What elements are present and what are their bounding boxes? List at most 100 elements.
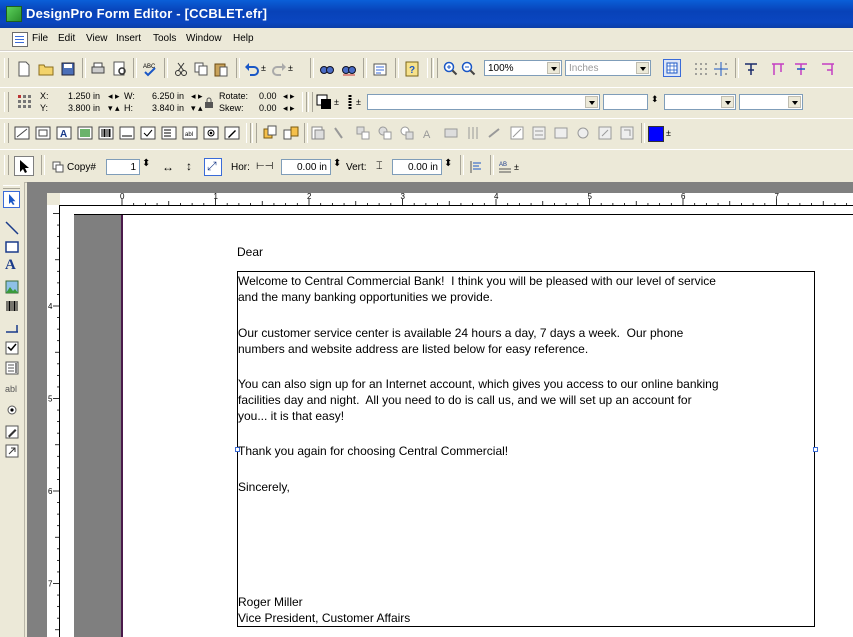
units-select[interactable]: Inches: [565, 60, 651, 76]
print-icon[interactable]: [90, 61, 106, 77]
guides-icon[interactable]: [713, 61, 729, 77]
grid-toggle-button[interactable]: [663, 59, 681, 77]
same-width-icon[interactable]: [553, 125, 569, 141]
w-stepper-icon[interactable]: ◂ ▸: [191, 91, 203, 102]
center-v-objects-icon[interactable]: [531, 125, 547, 141]
properties-icon[interactable]: [372, 61, 388, 77]
fill-color-swatch[interactable]: [648, 126, 664, 142]
insert-text-icon[interactable]: A: [56, 125, 72, 141]
same-size-icon[interactable]: [597, 125, 613, 141]
layers-icon[interactable]: [310, 125, 326, 141]
align-icon[interactable]: [743, 61, 759, 77]
fill-color-dropdown-icon[interactable]: ±: [666, 128, 671, 138]
find-icon[interactable]: [319, 61, 335, 77]
redo-dropdown-icon[interactable]: ±: [288, 63, 293, 73]
align-right-objects-icon[interactable]: [443, 125, 459, 141]
w-value[interactable]: 6.250 in: [152, 91, 184, 101]
hor-spinner-icon[interactable]: ⬍: [333, 158, 341, 169]
chevron-down-icon[interactable]: [547, 62, 560, 74]
insert-radio-icon[interactable]: [203, 125, 219, 141]
insert-listbox-icon[interactable]: [161, 125, 177, 141]
same-height-icon[interactable]: [575, 125, 591, 141]
toolbar-grip[interactable]: [302, 92, 307, 112]
y-value[interactable]: 3.800 in: [68, 103, 100, 113]
button-tool-icon[interactable]: [5, 444, 19, 458]
horizontal-arrow-icon[interactable]: ↔: [162, 160, 174, 174]
chevron-down-icon[interactable]: [585, 96, 598, 108]
center-align-icon[interactable]: [793, 61, 809, 77]
checkbox-tool-icon[interactable]: [5, 341, 19, 355]
select-tool-button[interactable]: [3, 191, 20, 208]
snap-grid-icon[interactable]: [693, 61, 709, 77]
chevron-down-icon[interactable]: [721, 96, 734, 108]
replace-icon[interactable]: [341, 61, 357, 77]
pen-width-dropdown-icon[interactable]: ±: [356, 97, 361, 107]
align-bottom-objects-icon[interactable]: [487, 125, 503, 141]
alignment-select[interactable]: [739, 94, 803, 110]
paste-icon[interactable]: [213, 61, 229, 77]
insert-combobox-icon[interactable]: abl: [182, 125, 198, 141]
send-backward-icon[interactable]: [355, 125, 371, 141]
insert-line-box-icon[interactable]: [14, 125, 30, 141]
vert-spacing-field[interactable]: 0.00 in: [392, 159, 442, 175]
menu-insert[interactable]: Insert: [116, 33, 141, 44]
text-field-tool-icon[interactable]: abl: [5, 384, 19, 398]
line-style-icon[interactable]: [316, 94, 332, 110]
zoom-out-icon[interactable]: [461, 61, 477, 77]
insert-rect-icon[interactable]: [35, 125, 51, 141]
copy-count-field[interactable]: 1: [106, 159, 140, 175]
distribute-icon[interactable]: [770, 61, 786, 77]
align-top-objects-icon[interactable]: [465, 125, 481, 141]
skew-value[interactable]: 0.00: [259, 103, 277, 113]
rotate-value[interactable]: 0.00: [259, 91, 277, 101]
menu-edit[interactable]: Edit: [58, 33, 75, 44]
chevron-down-icon[interactable]: [788, 96, 801, 108]
toolbar-grip[interactable]: [4, 92, 9, 112]
zoom-select[interactable]: 100%: [484, 60, 562, 76]
toolbar-grip[interactable]: [308, 92, 313, 112]
barcode-tool-icon[interactable]: [5, 299, 19, 313]
hor-spacing-field[interactable]: 0.00 in: [281, 159, 331, 175]
insert-picture-icon[interactable]: [77, 125, 93, 141]
menu-file[interactable]: File: [32, 33, 48, 44]
pointer-button[interactable]: [14, 156, 34, 176]
insert-edit-icon[interactable]: [224, 125, 240, 141]
help-icon[interactable]: ?: [404, 61, 420, 77]
field-tool-icon[interactable]: [5, 320, 19, 334]
right-align-icon[interactable]: [820, 61, 836, 77]
rectangle-tool-icon[interactable]: [5, 240, 19, 254]
x-stepper-icon[interactable]: ◂ ▸: [108, 91, 120, 102]
copy-repeat-icon[interactable]: [52, 161, 64, 173]
toolbar-grip[interactable]: [3, 185, 20, 189]
resize-handle-right[interactable]: [813, 447, 818, 452]
open-icon[interactable]: [38, 61, 54, 77]
text-spacing-dropdown-icon[interactable]: ±: [514, 162, 519, 172]
toolbar-grip[interactable]: [433, 58, 438, 78]
font-select[interactable]: [367, 94, 600, 110]
h-value[interactable]: 3.840 in: [152, 103, 184, 113]
x-value[interactable]: 1.250 in: [68, 91, 100, 101]
undo-icon[interactable]: [244, 61, 260, 77]
insert-field-icon[interactable]: [119, 125, 135, 141]
space-evenly-icon[interactable]: [619, 125, 635, 141]
salutation-text[interactable]: Dear: [237, 245, 263, 260]
center-h-objects-icon[interactable]: [509, 125, 525, 141]
insert-barcode-icon[interactable]: [98, 125, 114, 141]
print-preview-icon[interactable]: [112, 61, 128, 77]
anchor-point-icon[interactable]: [17, 93, 39, 111]
font-size-spinner-icon[interactable]: ⬍: [651, 94, 659, 105]
toolbar-grip[interactable]: [427, 58, 432, 78]
vertical-arrow-icon[interactable]: ↕: [186, 159, 192, 173]
listbox-tool-icon[interactable]: [5, 361, 19, 375]
vert-spinner-icon[interactable]: ⬍: [444, 158, 452, 169]
spell-check-icon[interactable]: ABC: [142, 61, 158, 77]
line-tool-icon[interactable]: [5, 221, 19, 235]
toolbar-grip[interactable]: [4, 58, 9, 78]
document-icon[interactable]: [12, 32, 28, 47]
picture-tool-icon[interactable]: [5, 280, 19, 294]
ungroup-icon[interactable]: [283, 125, 299, 141]
radio-tool-icon[interactable]: [5, 403, 19, 417]
cut-icon[interactable]: [173, 61, 189, 77]
menu-tools[interactable]: Tools: [153, 33, 176, 44]
text-tool-icon[interactable]: A: [5, 257, 19, 273]
